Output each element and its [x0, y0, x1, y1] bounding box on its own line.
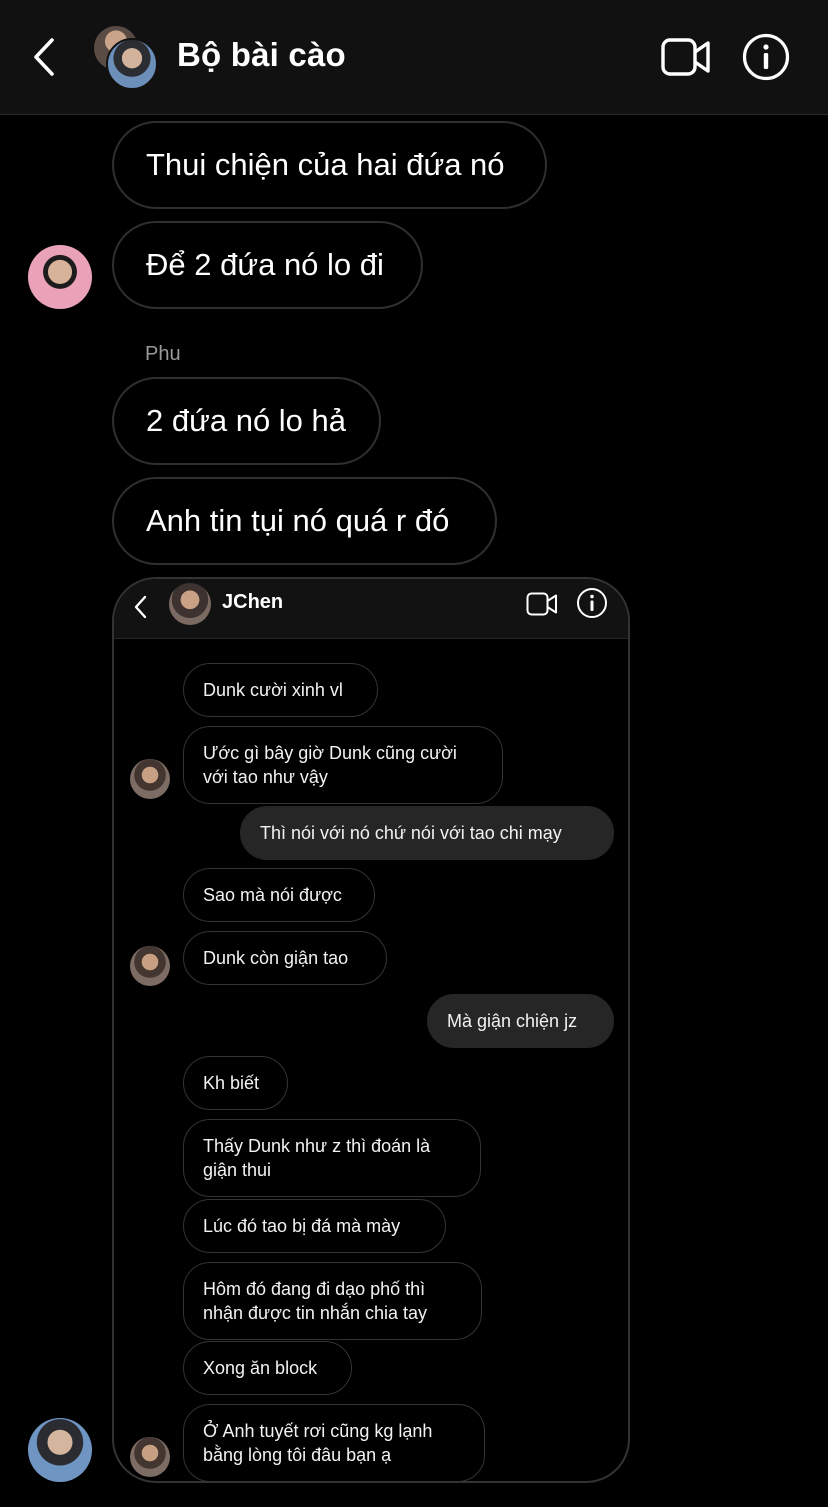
chat-title[interactable]: Bộ bài cào [177, 36, 346, 74]
screenshot-chat-name: JChen [222, 591, 284, 613]
screenshot-sender-avatar [130, 1437, 170, 1477]
screenshot-message: Dunk cười xinh vl [183, 663, 378, 717]
message-bubble[interactable]: Anh tin tụi nó quá r đó [112, 477, 497, 565]
message-text: Thui chiện của hai đứa nó [146, 147, 505, 182]
screenshot-header: JChen [114, 579, 628, 639]
screenshot-message-text: Sao mà nói được [203, 885, 342, 905]
screenshot-message: Ở Anh tuyết rơi cũng kg lạnh bằng lòng t… [183, 1404, 485, 1481]
screenshot-sender-avatar [130, 759, 170, 799]
screenshot-back-icon [130, 593, 152, 621]
back-button[interactable] [28, 36, 64, 78]
screenshot-message-text: Ước gì bây giờ Dunk cũng cười với tao nh… [203, 743, 457, 787]
screenshot-message: Xong ăn block [183, 1341, 352, 1395]
screenshot-message: Sao mà nói được [183, 868, 375, 922]
sender-avatar[interactable] [28, 1418, 92, 1482]
group-avatar[interactable] [92, 24, 158, 90]
video-camera-icon [661, 38, 710, 76]
info-button[interactable] [742, 33, 790, 81]
chevron-left-icon [34, 38, 54, 76]
screenshot-message-text: Thì nói với nó chứ nói với tao chi mạy [260, 823, 562, 843]
screenshot-message-text: Kh biết [203, 1073, 260, 1093]
shared-screenshot[interactable]: JChen Dunk cười xinh vl Ước gì bây giờ D… [112, 577, 630, 1483]
message-text: Để 2 đứa nó lo đi [146, 247, 384, 282]
screenshot-message-own: Thì nói với nó chứ nói với tao chi mạy [240, 806, 614, 860]
message-bubble[interactable]: 2 đứa nó lo hả [112, 377, 381, 465]
screenshot-message-text: Lúc đó tao bị đá mà mày [203, 1216, 401, 1236]
screenshot-message-text: Hôm đó đang đi dạo phố thì nhận được tin… [203, 1279, 427, 1323]
sender-avatar[interactable] [28, 245, 92, 309]
screenshot-avatar [169, 583, 211, 625]
screenshot-message: Kh biết [183, 1056, 288, 1110]
screenshot-message: Lúc đó tao bị đá mà mày [183, 1199, 446, 1253]
screenshot-message-text: Xong ăn block [203, 1358, 318, 1378]
message-text: Anh tin tụi nó quá r đó [146, 503, 450, 538]
screenshot-message: Ước gì bây giờ Dunk cũng cười với tao nh… [183, 726, 503, 804]
screenshot-message-text: Thấy Dunk như z thì đoán là giận thui [203, 1136, 431, 1180]
message-bubble[interactable]: Để 2 đứa nó lo đi [112, 221, 423, 309]
message-bubble[interactable]: Thui chiện của hai đứa nó [112, 121, 547, 209]
screenshot-message-own: Mà giận chiện jz [427, 994, 614, 1048]
screenshot-message: Hôm đó đang đi dạo phố thì nhận được tin… [183, 1262, 482, 1340]
screenshot-message: Dunk còn giận tao [183, 931, 387, 985]
screenshot-message-text: Mà giận chiện jz [447, 1011, 578, 1031]
video-call-button[interactable] [660, 36, 712, 78]
video-camera-icon [526, 591, 558, 617]
chat-header: Bộ bài cào [0, 0, 828, 115]
member-avatar-2 [106, 38, 158, 90]
screenshot-message-text: Dunk còn giận tao [203, 948, 349, 968]
screenshot-message-text: Ở Anh tuyết rơi cũng kg lạnh bằng lòng t… [203, 1421, 433, 1465]
info-icon [576, 587, 608, 619]
screenshot-sender-avatar [130, 946, 170, 986]
info-icon [742, 33, 790, 81]
sender-name: Phu [145, 343, 181, 365]
screenshot-message-text: Dunk cười xinh vl [203, 680, 343, 700]
message-text: 2 đứa nó lo hả [146, 403, 347, 438]
screenshot-message: Thấy Dunk như z thì đoán là giận thui [183, 1119, 481, 1197]
